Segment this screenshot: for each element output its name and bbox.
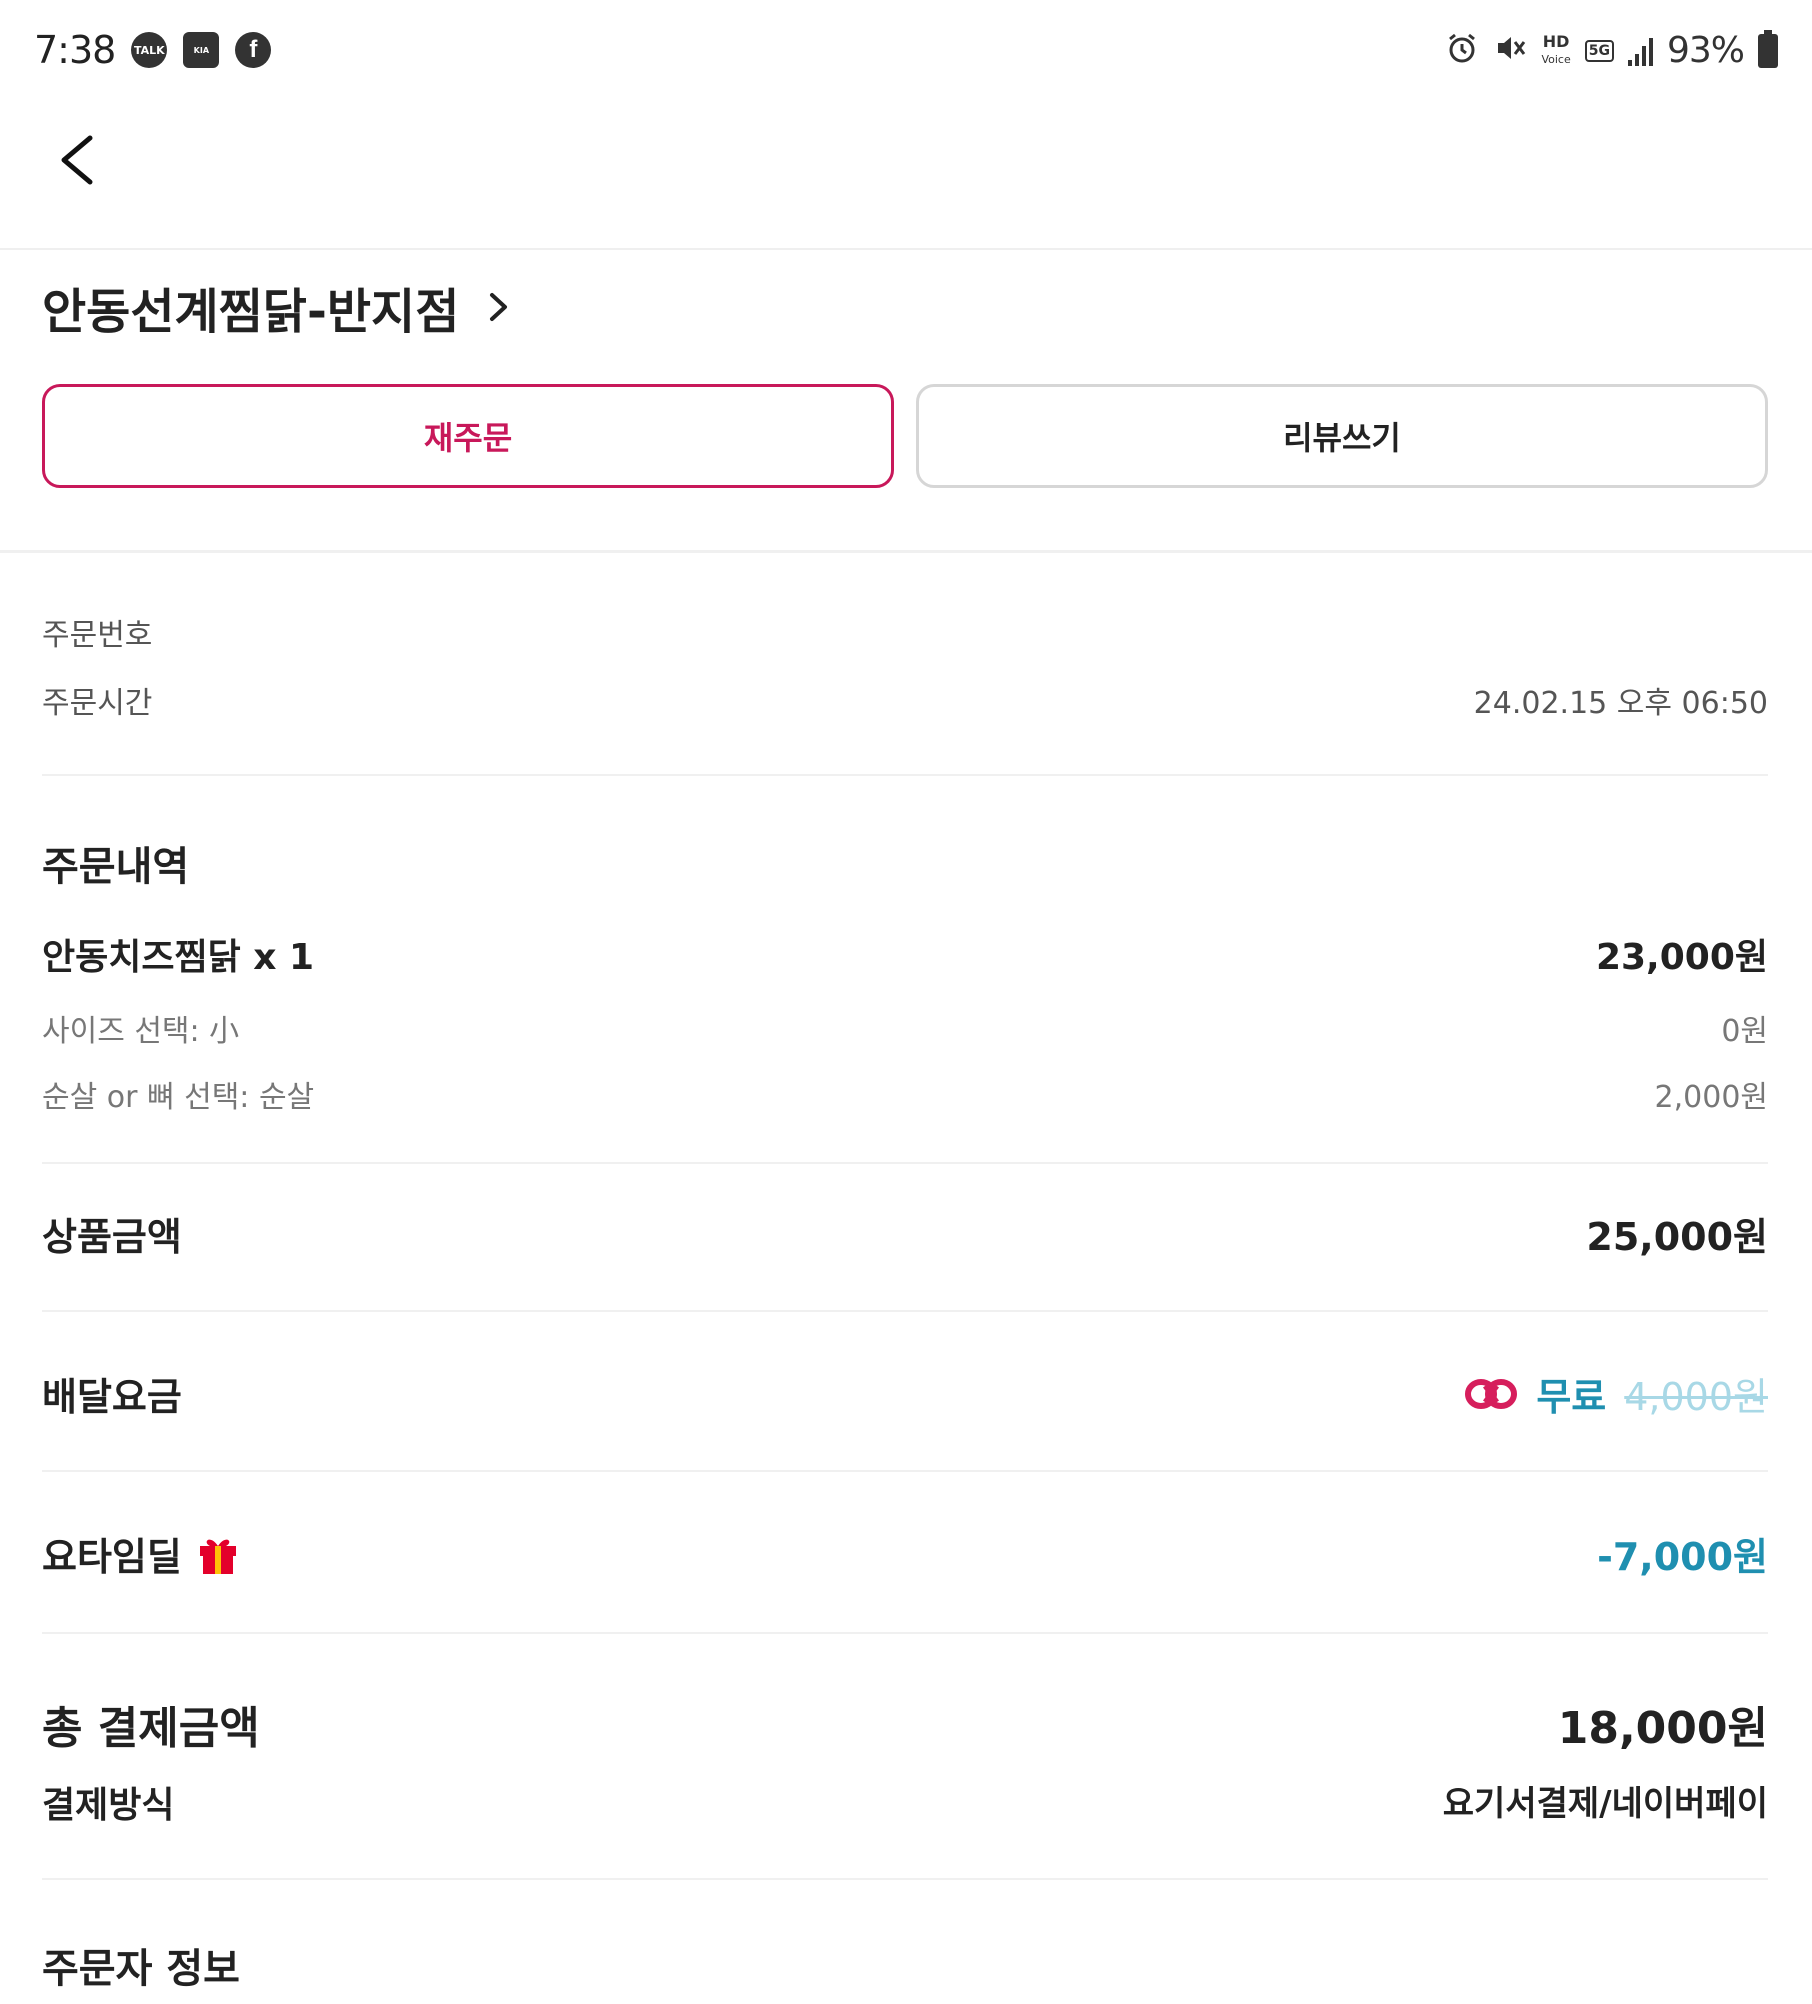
- free-delivery-icon: [1465, 1378, 1518, 1409]
- hd-voice-icon: HD Voice: [1541, 31, 1571, 66]
- store-name: 안동선계찜닭-반지점: [42, 284, 460, 340]
- divider: [42, 1878, 1768, 1880]
- header-divider: [0, 248, 1812, 250]
- kia-connect-icon: KIA: [183, 32, 220, 68]
- total-label: 총 결제금액: [42, 1703, 260, 1754]
- section-divider: [0, 550, 1812, 553]
- gift-icon: [199, 1539, 236, 1574]
- order-item-price: 23,000원: [1595, 937, 1768, 978]
- payment-method-label: 결제방식: [42, 1785, 175, 1826]
- orderer-info-title: 주문자 정보: [42, 1946, 240, 1992]
- payment-method-value: 요기서결제/네이버페이: [1442, 1784, 1768, 1824]
- chevron-left-icon: [61, 135, 93, 185]
- status-time: 7:38: [34, 28, 116, 72]
- time-deal-value: -7,000원: [1597, 1535, 1768, 1579]
- divider: [42, 1162, 1768, 1164]
- divider: [42, 1470, 1768, 1472]
- chevron-right-icon: [490, 293, 508, 321]
- divider: [42, 774, 1768, 776]
- status-right: HD Voice 5G 93%: [1445, 29, 1778, 71]
- delivery-fee-label: 배달요금: [42, 1375, 182, 1419]
- back-button[interactable]: [50, 128, 110, 192]
- order-time-value: 24.02.15 오후 06:50: [1473, 686, 1768, 721]
- order-number-label: 주문번호: [42, 618, 153, 653]
- divider: [42, 1632, 1768, 1634]
- battery-icon: [1758, 29, 1778, 68]
- facebook-icon: f: [235, 32, 272, 68]
- order-time-label: 주문시간: [42, 686, 153, 721]
- option-price: 0원: [1721, 1014, 1768, 1049]
- time-deal-label: 요타임딜: [42, 1526, 240, 1581]
- kakaotalk-icon: TALK: [131, 32, 168, 68]
- delivery-original-price: 4,000원: [1624, 1375, 1768, 1419]
- order-item-name: 안동치즈찜닭 x 1: [42, 937, 315, 978]
- order-details-title: 주문내역: [42, 844, 190, 890]
- write-review-button[interactable]: 리뷰쓰기: [916, 384, 1768, 488]
- delivery-free-text: 무료: [1536, 1375, 1607, 1419]
- divider: [42, 1310, 1768, 1312]
- alarm-icon: [1445, 31, 1479, 71]
- mute-icon: [1493, 31, 1527, 71]
- product-amount-label: 상품금액: [42, 1215, 182, 1259]
- option-label: 사이즈 선택: 小: [42, 1014, 240, 1049]
- total-value: 18,000원: [1557, 1703, 1768, 1754]
- product-amount-value: 25,000원: [1586, 1215, 1768, 1259]
- option-label: 순살 or 뼈 선택: 순살: [42, 1080, 315, 1115]
- 5g-icon: 5G: [1584, 39, 1614, 62]
- store-link[interactable]: 안동선계찜닭-반지점: [42, 272, 511, 342]
- battery-percent: 93%: [1666, 30, 1745, 71]
- status-left: 7:38 TALK KIA f: [34, 28, 272, 72]
- signal-icon: [1627, 36, 1653, 66]
- delivery-fee-value: 무료 4,000원: [1464, 1366, 1768, 1421]
- option-price: 2,000원: [1654, 1080, 1768, 1115]
- reorder-button[interactable]: 재주문: [42, 384, 894, 488]
- status-bar: 7:38 TALK KIA f HD Voice 5G 93%: [0, 0, 1812, 104]
